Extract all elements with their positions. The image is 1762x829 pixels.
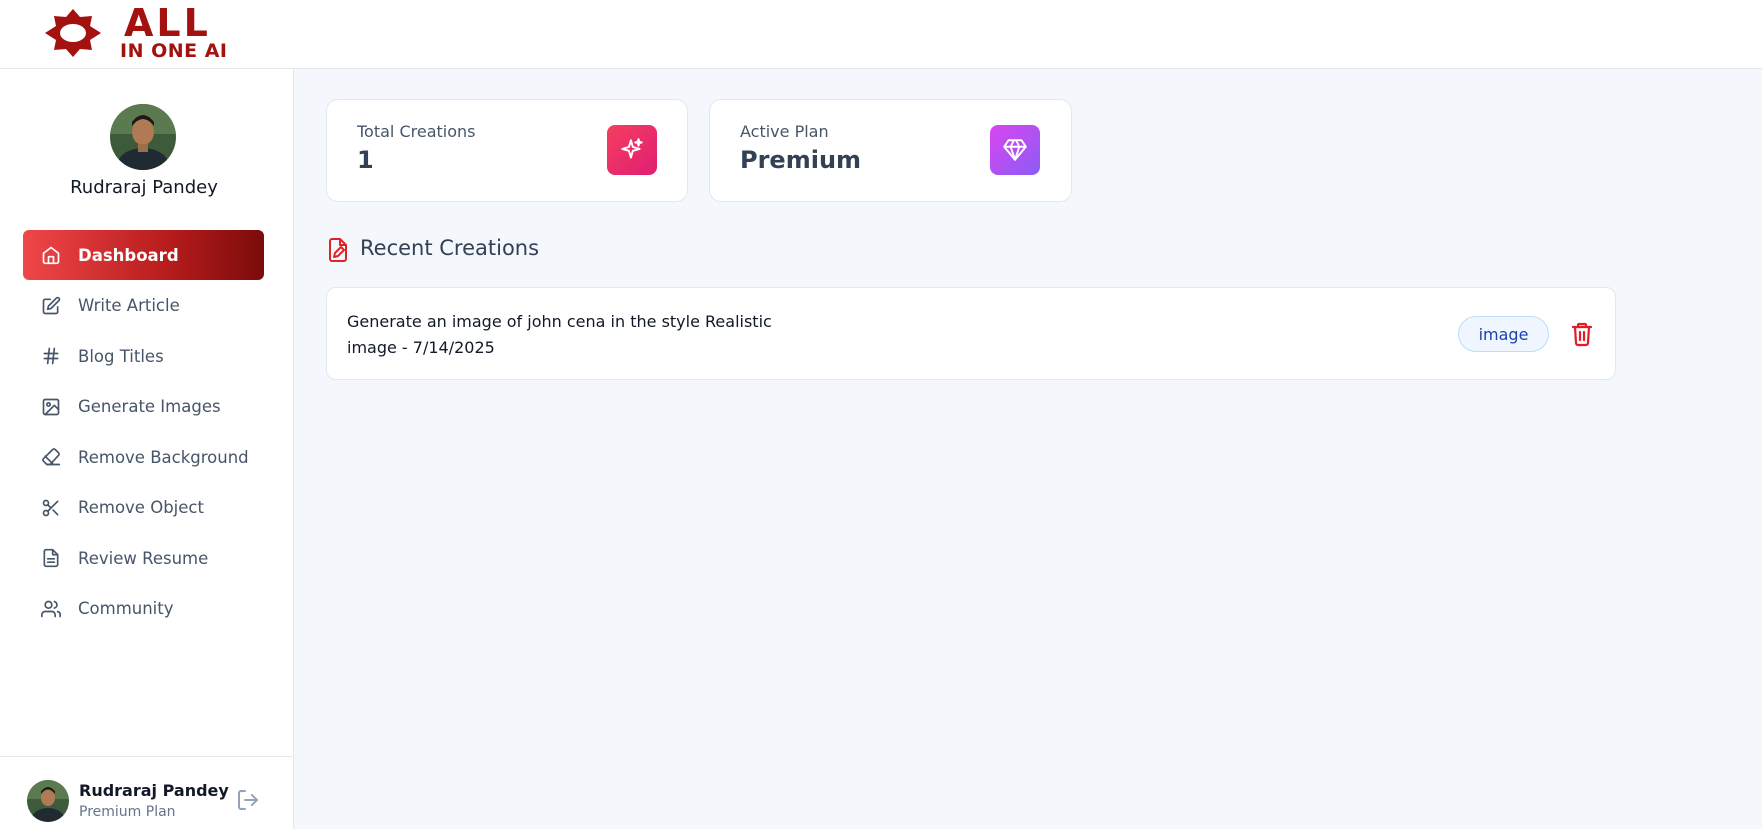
sidebar-item-generate-images[interactable]: Generate Images [23,382,264,432]
sidebar-item-remove-object[interactable]: Remove Object [23,483,264,533]
sidebar-item-remove-background[interactable]: Remove Background [23,432,264,482]
sidebar-item-label: Dashboard [78,245,179,265]
home-icon [41,245,61,265]
sidebar-item-label: Blog Titles [78,346,164,366]
top-bar: ALL IN ONE AI [0,0,1762,69]
image-icon [41,397,61,417]
trash-icon[interactable] [1570,321,1594,347]
sidebar-item-review-resume[interactable]: Review Resume [23,533,264,583]
sidebar-item-label: Remove Background [78,447,249,467]
user-avatar[interactable] [27,780,69,822]
total-creations-card: Total Creations 1 [326,99,688,202]
file-edit-icon [329,238,347,262]
sidebar: Rudraraj Pandey Dashboard Write Article … [0,69,294,829]
hash-icon [41,346,61,366]
avatar-photo-icon [110,104,176,170]
stat-label: Active Plan [740,122,829,141]
sidebar-item-label: Remove Object [78,498,204,517]
file-text-icon [41,548,61,568]
user-plan: Premium Plan [79,804,176,820]
avatar-photo-icon [27,780,69,822]
sidebar-item-label: Write Article [78,296,180,315]
creation-description: Generate an image of john cena in the st… [347,309,787,361]
sidebar-item-dashboard[interactable]: Dashboard [23,230,264,280]
brand-logo[interactable]: ALL IN ONE AI [36,1,256,62]
sidebar-item-label: Generate Images [78,397,221,416]
eraser-icon [41,447,61,467]
creation-item[interactable]: Generate an image of john cena in the st… [326,287,1616,380]
stat-value: 1 [357,146,374,174]
profile-name: Rudraraj Pandey [70,177,218,198]
users-icon [41,599,61,619]
sidebar-nav: Dashboard Write Article Blog Titles Gene… [23,230,264,634]
stat-label: Total Creations [357,122,476,141]
sidebar-item-write-article[interactable]: Write Article [23,281,264,331]
sidebar-item-label: Review Resume [78,548,209,568]
gem-icon [990,125,1040,175]
creation-meta: image - 7/14/2025 [347,338,495,357]
profile-avatar[interactable] [110,104,176,170]
user-name: Rudraraj Pandey [79,781,229,800]
sparkles-icon [607,125,657,175]
scissors-icon [41,498,61,518]
sidebar-item-label: Community [78,599,174,618]
sidebar-item-blog-titles[interactable]: Blog Titles [23,331,264,381]
creation-prompt: Generate an image of john cena in the st… [347,312,772,331]
recent-creations-title: Recent Creations [360,236,540,260]
pencil-square-icon [41,296,61,316]
sidebar-footer: Rudraraj Pandey Premium Plan [0,756,293,829]
brand-line-2: IN ONE AI [120,40,228,62]
creation-type-badge: image [1458,316,1549,352]
active-plan-card: Active Plan Premium [709,99,1072,202]
logo-star-icon [45,9,101,57]
stat-value: Premium [740,146,862,174]
logout-icon[interactable] [236,788,260,812]
sidebar-item-community[interactable]: Community [23,584,264,634]
